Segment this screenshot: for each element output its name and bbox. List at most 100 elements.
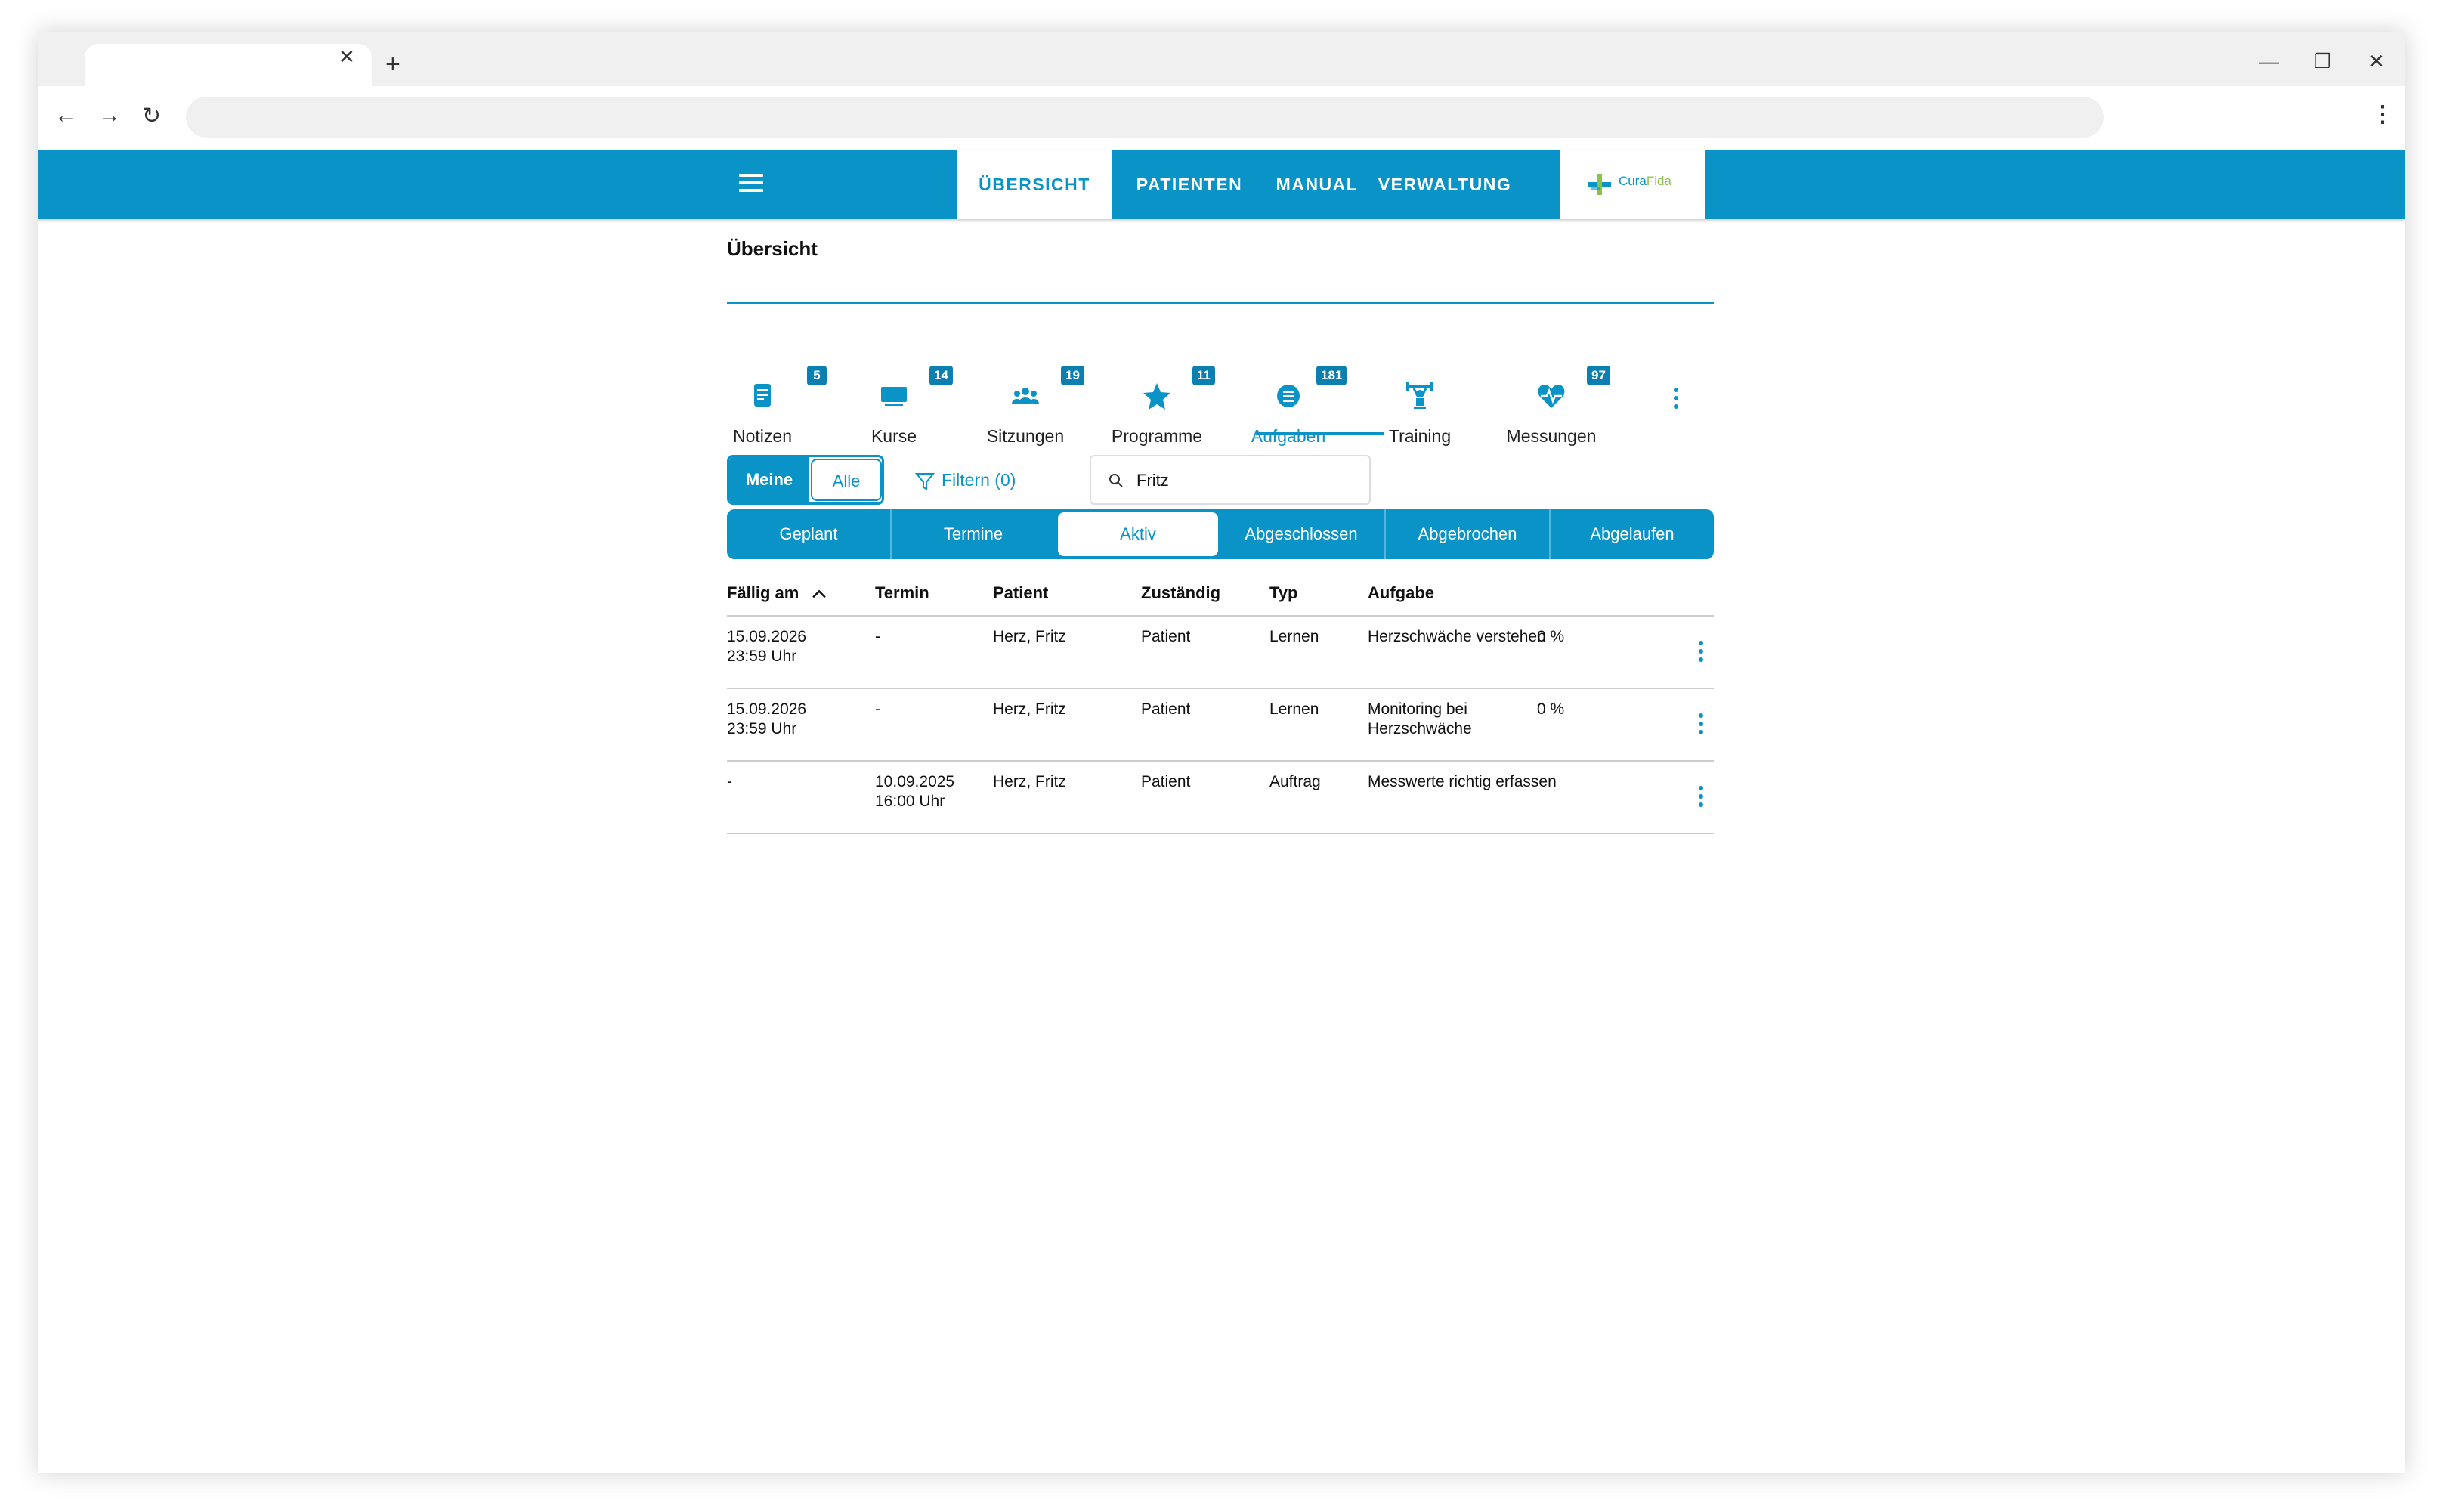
status-tab-appointments[interactable]: Termine <box>890 509 1055 559</box>
window-close-icon[interactable]: ✕ <box>2368 50 2385 73</box>
sessions-count-badge: 19 <box>1061 366 1084 385</box>
due-cell: 15.09.2026 23:59 Uhr <box>727 627 806 666</box>
column-appointment-header[interactable]: Termin <box>875 583 929 603</box>
nav-overview[interactable]: ÜBERSICHT <box>957 150 1112 219</box>
column-task-header[interactable]: Aufgabe <box>1368 583 1434 603</box>
due-cell: 15.09.2026 23:59 Uhr <box>727 700 806 739</box>
forward-icon[interactable]: → <box>98 103 121 128</box>
filter-icon <box>914 472 935 490</box>
monitor-icon <box>881 387 907 406</box>
new-tab-icon[interactable]: + <box>385 51 400 77</box>
category-label: Programme <box>1111 426 1203 446</box>
task-cell: Monitoring bei Herzschwäche <box>1368 700 1472 739</box>
restore-icon[interactable]: ❐ <box>2314 50 2331 73</box>
minimize-icon[interactable]: — <box>2259 50 2279 73</box>
appointment-date: - <box>875 700 880 718</box>
due-cell: - <box>727 772 732 792</box>
weightlifter-icon <box>1406 382 1433 409</box>
group-icon <box>1012 388 1039 404</box>
due-date: - <box>727 773 732 790</box>
page-title: Übersicht <box>727 237 818 260</box>
table-row[interactable]: - 10.09.2025 16:00 Uhr Herz, Fritz Patien… <box>727 762 1714 834</box>
category-courses[interactable]: 14 Kurse <box>828 351 960 447</box>
search-input[interactable] <box>1136 468 1356 493</box>
tasks-count-badge: 181 <box>1316 366 1347 385</box>
filter-button[interactable]: Filtern (0) <box>914 455 1016 505</box>
due-time: 23:59 Uhr <box>727 720 797 737</box>
heartbeat-icon <box>1538 385 1565 408</box>
back-icon[interactable]: ← <box>54 103 77 128</box>
due-date: 15.09.2026 <box>727 700 807 718</box>
search-box <box>1090 455 1371 505</box>
column-due-header[interactable]: Fällig am <box>727 583 827 603</box>
category-label: Training <box>1388 426 1452 446</box>
appointment-cell: - <box>875 627 880 647</box>
responsible-cell: Patient <box>1141 628 1191 645</box>
type-cell: Auftrag <box>1269 773 1321 790</box>
appointment-date: 10.09.2025 <box>875 773 955 790</box>
browser-tab[interactable] <box>85 44 372 86</box>
title-divider <box>727 302 1714 304</box>
category-sessions[interactable]: 19 Sitzungen <box>960 351 1091 447</box>
tab-close-icon[interactable]: ✕ <box>339 45 355 69</box>
curafida-logo[interactable]: CuraFida <box>1560 150 1705 219</box>
column-due-label: Fällig am <box>727 583 799 602</box>
row-menu-icon[interactable] <box>1699 713 1703 734</box>
browser-menu-icon[interactable]: ⋮ <box>2371 101 2394 128</box>
appointment-cell: 10.09.2025 16:00 Uhr <box>875 772 954 812</box>
category-label: Messungen <box>1506 426 1597 446</box>
column-responsible-header[interactable]: Zuständig <box>1141 583 1220 603</box>
measurements-count-badge: 97 <box>1587 366 1610 385</box>
task-cell: Messwerte richtig erfassen <box>1368 772 1557 792</box>
more-categories-icon[interactable] <box>1673 387 1679 410</box>
browser-tab-strip: ✕ + — ❐ ✕ <box>38 32 2405 86</box>
category-programs[interactable]: 11 Programme <box>1091 351 1223 447</box>
due-time: 23:59 Uhr <box>727 648 797 665</box>
category-label: Kurse <box>871 426 917 446</box>
row-menu-icon[interactable] <box>1699 641 1703 662</box>
star-icon <box>1143 383 1170 410</box>
category-label: Notizen <box>733 426 792 446</box>
category-notes[interactable]: 5 Notizen <box>697 351 828 447</box>
row-menu-icon[interactable] <box>1699 786 1703 807</box>
task-title: Messwerte richtig erfassen <box>1368 773 1557 790</box>
patient-cell: Herz, Fritz <box>993 700 1066 718</box>
search-icon <box>1109 474 1123 487</box>
status-tab-completed[interactable]: Abgeschlossen <box>1218 509 1384 559</box>
sort-ascending-icon <box>812 589 827 598</box>
category-measurements[interactable]: 97 Messungen <box>1486 351 1617 447</box>
list-icon <box>1277 385 1300 407</box>
nav-manual[interactable]: MANUAL <box>1266 150 1368 219</box>
task-title-cont: Herzschwäche <box>1368 720 1472 737</box>
courses-count-badge: 14 <box>929 366 953 385</box>
logo-text-fida: Fida <box>1646 174 1671 188</box>
status-tab-expired[interactable]: Abgelaufen <box>1549 509 1714 559</box>
logo-text: CuraFida <box>1619 174 1671 189</box>
column-type-header[interactable]: Typ <box>1269 583 1297 603</box>
progress-cell: 0 % <box>1537 628 1565 645</box>
nav-patients[interactable]: PATIENTEN <box>1114 150 1265 219</box>
note-icon <box>754 384 771 407</box>
hamburger-menu-icon[interactable] <box>739 174 763 192</box>
toggle-all[interactable]: Alle <box>811 459 882 501</box>
status-tab-cancelled[interactable]: Abgebrochen <box>1384 509 1549 559</box>
toggle-mine[interactable]: Meine <box>729 457 809 502</box>
column-patient-header[interactable]: Patient <box>993 583 1048 603</box>
due-date: 15.09.2026 <box>727 628 807 645</box>
progress-cell: 0 % <box>1537 700 1565 718</box>
nav-administration[interactable]: VERWALTUNG <box>1369 150 1520 219</box>
owner-toggle: Meine Alle <box>727 455 884 505</box>
table-header: Fällig am Termin Patient Zuständig Typ A… <box>727 561 1714 617</box>
patient-cell: Herz, Fritz <box>993 628 1066 645</box>
reload-icon[interactable]: ↻ <box>142 103 161 129</box>
category-label: Sitzungen <box>986 426 1065 446</box>
browser-window: ✕ + — ❐ ✕ ← → ↻ ⋮ ÜBERSICHT PATIENTEN MA… <box>38 32 2405 1473</box>
patient-cell: Herz, Fritz <box>993 773 1066 790</box>
table-row[interactable]: 15.09.2026 23:59 Uhr - Herz, Fritz Patien… <box>727 617 1714 689</box>
status-tab-active[interactable]: Aktiv <box>1058 512 1218 556</box>
responsible-cell: Patient <box>1141 700 1191 718</box>
appointment-time: 16:00 Uhr <box>875 793 945 810</box>
address-bar[interactable] <box>186 97 2104 138</box>
table-row[interactable]: 15.09.2026 23:59 Uhr - Herz, Fritz Patien… <box>727 689 1714 762</box>
status-tab-planned[interactable]: Geplant <box>727 509 890 559</box>
